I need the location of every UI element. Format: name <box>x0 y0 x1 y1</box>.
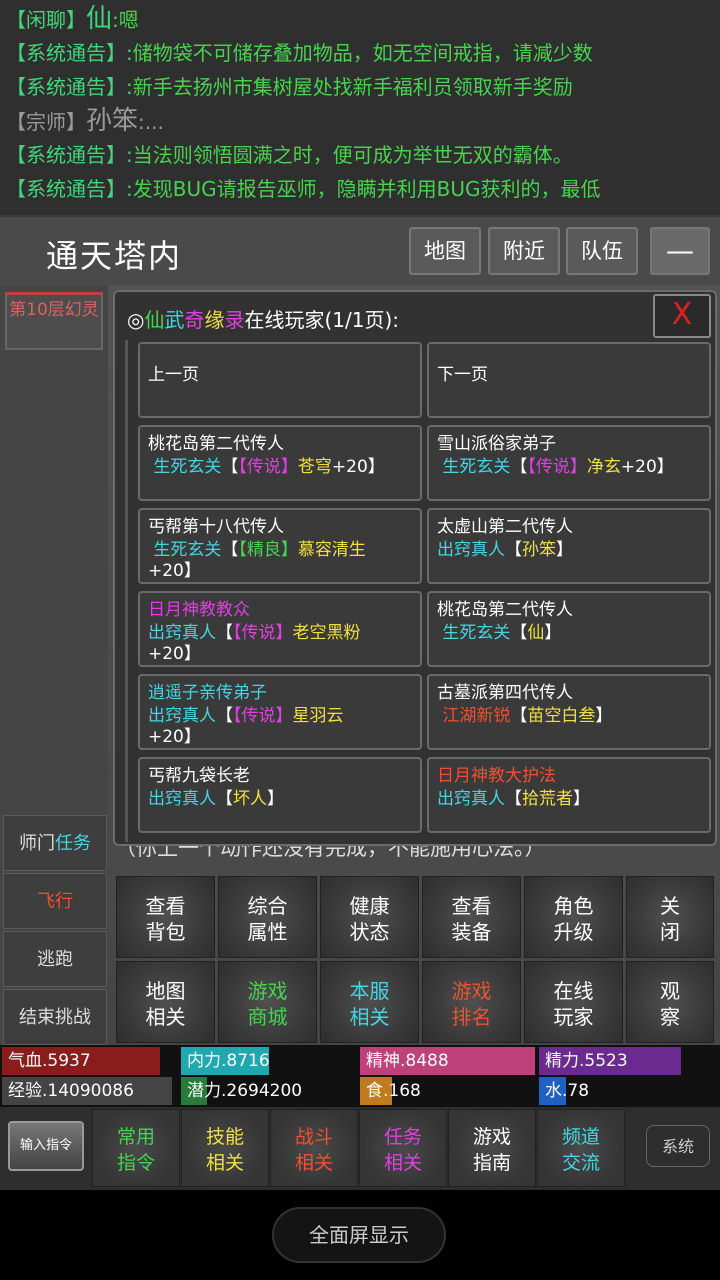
map-button[interactable]: 地图 <box>409 227 481 275</box>
fly-button[interactable]: 飞行 <box>3 873 107 929</box>
fullscreen-button[interactable]: 全面屏显示 <box>272 1207 446 1263</box>
chat-speaker[interactable]: 仙 <box>86 4 112 34</box>
bottom-menu: 输入指令 常用 指令 技能 相关 战斗 相关 任务 相关 游戏 指南 频道 交流 系统 <box>0 1107 720 1190</box>
game-shop-button[interactable]: 游戏 商城 <box>218 961 317 1043</box>
player-entry[interactable]: 丐帮九袋长老 出窍真人【坏人】 <box>138 757 422 833</box>
chat-channel: 【闲聊】 <box>6 8 86 32</box>
player-entry[interactable]: 日月神教大护法 出窍真人【拾荒者】 <box>427 757 711 833</box>
player-entry[interactable]: 桃花岛第二代传人 生死玄关【【传说】苍穹+20】 <box>138 425 422 501</box>
chat-speaker[interactable]: 孙笨 <box>86 106 138 136</box>
jingli-bar: 精力.5523 <box>539 1047 716 1075</box>
chat-message: 储物袋不可储存叠加物品，如无空间戒指，请减少数 <box>132 41 593 65</box>
chat-line: 【系统通告】:发现BUG请报告巫师，隐瞒并利用BUG获利的，最低 <box>6 177 601 201</box>
collapse-button[interactable]: — <box>650 227 710 275</box>
chat-message: 发现BUG请报告巫师，隐瞒并利用BUG获利的，最低 <box>132 177 601 201</box>
channel-chat-button[interactable]: 频道 交流 <box>537 1109 625 1187</box>
end-challenge-button[interactable]: 结束挑战 <box>3 989 107 1045</box>
player-entry[interactable]: 太虚山第二代传人 出窍真人【孙笨】 <box>427 508 711 584</box>
left-panel: 第10层幻灵 师门任务 飞行 逃跑 结束挑战 <box>0 285 108 1045</box>
master-task-button[interactable]: 师门任务 <box>3 815 107 871</box>
map-related-button[interactable]: 地图 相关 <box>116 961 215 1043</box>
player-entry[interactable]: 日月神教教众 出窍真人【【传说】老空黑粉 +20】 <box>138 591 422 667</box>
chat-message: 当法则领悟圆满之时，便可成为举世无双的霸体。 <box>132 143 573 167</box>
level-up-button[interactable]: 角色 升级 <box>524 876 623 958</box>
chat-line: 【闲聊】仙:嗯 <box>6 4 139 34</box>
chat-message: 嗯 <box>118 8 139 32</box>
chat-channel: 【系统通告】 <box>6 143 126 167</box>
nearby-button[interactable]: 附近 <box>488 227 560 275</box>
player-entry[interactable]: 古墓派第四代传人 江湖新锐【苗空白叁】 <box>427 674 711 750</box>
close-icon[interactable]: X <box>653 294 711 338</box>
footer-bar: 全面屏显示 <box>0 1190 720 1280</box>
online-players-dialog: ◎仙武奇缘录在线玩家(1/1页): X 上一页 下一页 桃花岛第二代传人 生死玄… <box>113 290 717 846</box>
skills-button[interactable]: 技能 相关 <box>181 1109 269 1187</box>
health-button[interactable]: 健康 状态 <box>320 876 419 958</box>
chat-channel: 【系统通告】 <box>6 75 126 99</box>
chat-message: ... <box>144 110 164 134</box>
location-title: 通天塔内 <box>46 237 183 275</box>
food-bar: 食.168 <box>360 1077 535 1105</box>
player-entry[interactable]: 逍遥子亲传弟子 出窍真人【【传说】星羽云 +20】 <box>138 674 422 750</box>
player-entry[interactable]: 雪山派俗家弟子 生死玄关【【传说】净玄+20】 <box>427 425 711 501</box>
player-entry[interactable]: 丐帮第十八代传人 生死玄关【【精良】慕容清生 +20】 <box>138 508 422 584</box>
attributes-button[interactable]: 综合 属性 <box>218 876 317 958</box>
dialog-title: ◎仙武奇缘录在线玩家(1/1页): <box>127 308 399 332</box>
close-panel-button[interactable]: 关闭 <box>626 876 714 958</box>
water-bar: 水.78 <box>539 1077 716 1105</box>
hp-bar: 气血.5937 <box>2 1047 172 1075</box>
chat-message: 新手去扬州市集树屋处找新手福利员领取新手奖励 <box>132 75 573 99</box>
ranking-button[interactable]: 游戏 排名 <box>422 961 521 1043</box>
qianli-bar: 潜力.2694200 <box>181 1077 356 1105</box>
location-bar: 通天塔内 地图 附近 队伍 — <box>0 215 720 285</box>
exp-bar: 经验.14090086 <box>2 1077 172 1105</box>
stats-panel: 气血.5937 内力.8716 精神.8488 精力.5523 经验.14090… <box>0 1045 720 1107</box>
quests-button[interactable]: 任务 相关 <box>359 1109 447 1187</box>
observe-button[interactable]: 观察 <box>626 961 714 1043</box>
player-entry[interactable]: 桃花岛第二代传人 生死玄关【仙】 <box>427 591 711 667</box>
jingshen-bar: 精神.8488 <box>360 1047 535 1075</box>
chat-channel: 【宗师】 <box>6 110 86 134</box>
chat-line: 【系统通告】:新手去扬州市集树屋处找新手福利员领取新手奖励 <box>6 75 573 99</box>
room-exit-button[interactable]: 第10层幻灵 <box>5 292 103 350</box>
team-button[interactable]: 队伍 <box>566 227 638 275</box>
game-guide-button[interactable]: 游戏 指南 <box>448 1109 536 1187</box>
combat-button[interactable]: 战斗 相关 <box>270 1109 358 1187</box>
next-page-button[interactable]: 下一页 <box>427 342 711 418</box>
neili-bar: 内力.8716 <box>181 1047 356 1075</box>
chat-line: 【宗师】孙笨:... <box>6 106 164 136</box>
player-list: 上一页 下一页 桃花岛第二代传人 生死玄关【【传说】苍穹+20】 雪山派俗家弟子… <box>125 340 713 842</box>
chat-channel: 【系统通告】 <box>6 41 126 65</box>
prev-page-button[interactable]: 上一页 <box>138 342 422 418</box>
escape-button[interactable]: 逃跑 <box>3 931 107 987</box>
server-related-button[interactable]: 本服 相关 <box>320 961 419 1043</box>
common-commands-button[interactable]: 常用 指令 <box>92 1109 180 1187</box>
action-grid: 查看 背包 综合 属性 健康 状态 查看 装备 角色 升级 关闭 地图 相关 游戏 商城 本服… <box>113 873 717 1045</box>
input-command-button[interactable]: 输入指令 <box>8 1121 84 1171</box>
chat-line: 【系统通告】:当法则领悟圆满之时，便可成为举世无双的霸体。 <box>6 143 573 167</box>
chat-log[interactable]: 【闲聊】仙:嗯 【系统通告】:储物袋不可储存叠加物品，如无空间戒指，请减少数 【… <box>0 0 720 215</box>
view-bag-button[interactable]: 查看 背包 <box>116 876 215 958</box>
chat-line: 【系统通告】:储物袋不可储存叠加物品，如无空间戒指，请减少数 <box>6 41 593 65</box>
system-button[interactable]: 系统 <box>646 1125 710 1167</box>
view-equipment-button[interactable]: 查看 装备 <box>422 876 521 958</box>
online-players-button[interactable]: 在线 玩家 <box>524 961 623 1043</box>
chat-channel: 【系统通告】 <box>6 177 126 201</box>
